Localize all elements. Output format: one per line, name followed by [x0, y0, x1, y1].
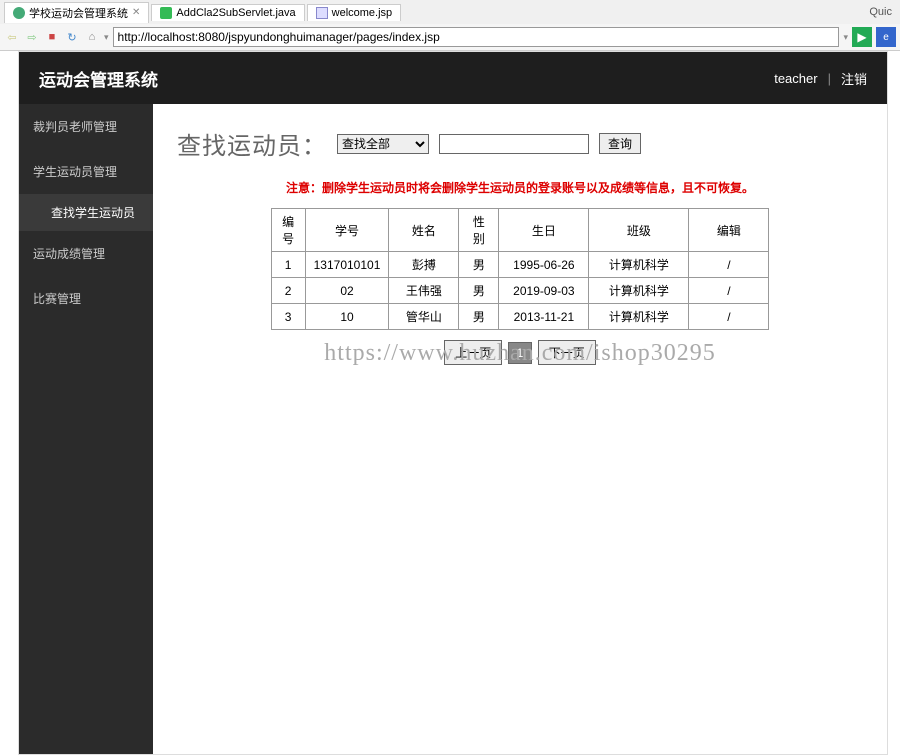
- col-edit: 编辑: [689, 209, 769, 252]
- table-cell: 计算机科学: [589, 278, 689, 304]
- table-cell[interactable]: /: [689, 278, 769, 304]
- quick-label: Quic: [869, 6, 896, 18]
- pager: 上一页 1 下一页: [177, 340, 863, 365]
- table-cell: 1: [271, 252, 305, 278]
- logout-link[interactable]: 注销: [841, 69, 867, 88]
- browser-navbar: ⇦ ⇨ ■ ↻ ⌂ ▾ ▾ ▶ e: [0, 24, 900, 50]
- java-icon: [160, 7, 172, 19]
- forward-icon[interactable]: ⇨: [24, 29, 40, 45]
- prev-page-button[interactable]: 上一页: [444, 340, 502, 365]
- go-button[interactable]: ▶: [852, 27, 872, 47]
- table-cell: 计算机科学: [589, 304, 689, 330]
- dropdown-icon[interactable]: ▾: [104, 32, 109, 43]
- main-content: 查找运动员： 查找全部 查询 注意：删除学生运动员时将会删除学生运动员的登录账号…: [153, 104, 887, 754]
- table-cell: 1317010101: [305, 252, 389, 278]
- table-cell: 管华山: [389, 304, 459, 330]
- browser-chrome: 学校运动会管理系统 ✕ AddCla2SubServlet.java welco…: [0, 0, 900, 51]
- divider: |: [828, 71, 831, 86]
- app-header: 运动会管理系统 teacher | 注销: [19, 52, 887, 104]
- header-right: teacher | 注销: [774, 69, 867, 88]
- delete-notice: 注意：删除学生运动员时将会删除学生运动员的登录账号以及成绩等信息，且不可恢复。: [177, 179, 863, 196]
- table-cell: 02: [305, 278, 389, 304]
- table-cell: 彭搏: [389, 252, 459, 278]
- athlete-table: 编号 学号 姓名 性别 生日 班级 编辑 11317010101彭搏男1995-…: [271, 208, 770, 330]
- table-cell: 2019-09-03: [499, 278, 589, 304]
- back-icon[interactable]: ⇦: [4, 29, 20, 45]
- url-input[interactable]: [113, 27, 840, 47]
- stop-icon[interactable]: ■: [44, 29, 60, 45]
- home-icon[interactable]: ⌂: [84, 29, 100, 45]
- col-birth: 生日: [499, 209, 589, 252]
- sidebar-item-search-athlete[interactable]: 查找学生运动员: [19, 194, 153, 231]
- browser-tab[interactable]: welcome.jsp: [307, 4, 402, 21]
- close-icon[interactable]: ✕: [132, 7, 140, 18]
- sidebar-item-referee[interactable]: 裁判员老师管理: [19, 104, 153, 149]
- browser-tab[interactable]: AddCla2SubServlet.java: [151, 4, 304, 21]
- table-cell: 10: [305, 304, 389, 330]
- app-title: 运动会管理系统: [39, 66, 158, 91]
- sidebar-item-score[interactable]: 运动成绩管理: [19, 231, 153, 276]
- jsp-icon: [316, 7, 328, 19]
- table-cell: 2: [271, 278, 305, 304]
- col-class: 班级: [589, 209, 689, 252]
- tab-label: 学校运动会管理系统: [29, 5, 128, 21]
- table-row: 11317010101彭搏男1995-06-26计算机科学/: [271, 252, 769, 278]
- search-input[interactable]: [439, 134, 589, 154]
- table-row: 202王伟强男2019-09-03计算机科学/: [271, 278, 769, 304]
- refresh-icon[interactable]: ↻: [64, 29, 80, 45]
- col-name: 姓名: [389, 209, 459, 252]
- table-cell[interactable]: /: [689, 252, 769, 278]
- table-cell: 男: [459, 252, 499, 278]
- table-row: 310管华山男2013-11-21计算机科学/: [271, 304, 769, 330]
- search-row: 查找运动员： 查找全部 查询: [177, 126, 863, 161]
- search-type-select[interactable]: 查找全部: [337, 134, 429, 154]
- table-cell: 男: [459, 278, 499, 304]
- table-cell: 计算机科学: [589, 252, 689, 278]
- current-page[interactable]: 1: [508, 342, 533, 364]
- browser-engine-icon[interactable]: e: [876, 27, 896, 47]
- tab-label: AddCla2SubServlet.java: [176, 7, 295, 19]
- sidebar-item-match[interactable]: 比赛管理: [19, 276, 153, 321]
- table-cell: 男: [459, 304, 499, 330]
- next-page-button[interactable]: 下一页: [538, 340, 596, 365]
- sidebar-item-athlete[interactable]: 学生运动员管理: [19, 149, 153, 194]
- app-shell: 运动会管理系统 teacher | 注销 裁判员老师管理 学生运动员管理 查找学…: [18, 51, 888, 755]
- globe-icon: [13, 7, 25, 19]
- table-header-row: 编号 学号 姓名 性别 生日 班级 编辑: [271, 209, 769, 252]
- col-no: 学号: [305, 209, 389, 252]
- tab-label: welcome.jsp: [332, 7, 393, 19]
- col-id: 编号: [271, 209, 305, 252]
- body-wrap: 裁判员老师管理 学生运动员管理 查找学生运动员 运动成绩管理 比赛管理 查找运动…: [19, 104, 887, 754]
- search-title: 查找运动员：: [177, 126, 327, 161]
- browser-tabs: 学校运动会管理系统 ✕ AddCla2SubServlet.java welco…: [0, 0, 900, 24]
- table-cell: 1995-06-26: [499, 252, 589, 278]
- user-label: teacher: [774, 71, 817, 86]
- table-cell: 王伟强: [389, 278, 459, 304]
- table-cell[interactable]: /: [689, 304, 769, 330]
- col-gender: 性别: [459, 209, 499, 252]
- table-cell: 2013-11-21: [499, 304, 589, 330]
- search-button[interactable]: 查询: [599, 133, 641, 154]
- browser-tab[interactable]: 学校运动会管理系统 ✕: [4, 2, 149, 23]
- table-cell: 3: [271, 304, 305, 330]
- dropdown-icon[interactable]: ▾: [843, 32, 848, 43]
- sidebar: 裁判员老师管理 学生运动员管理 查找学生运动员 运动成绩管理 比赛管理: [19, 104, 153, 754]
